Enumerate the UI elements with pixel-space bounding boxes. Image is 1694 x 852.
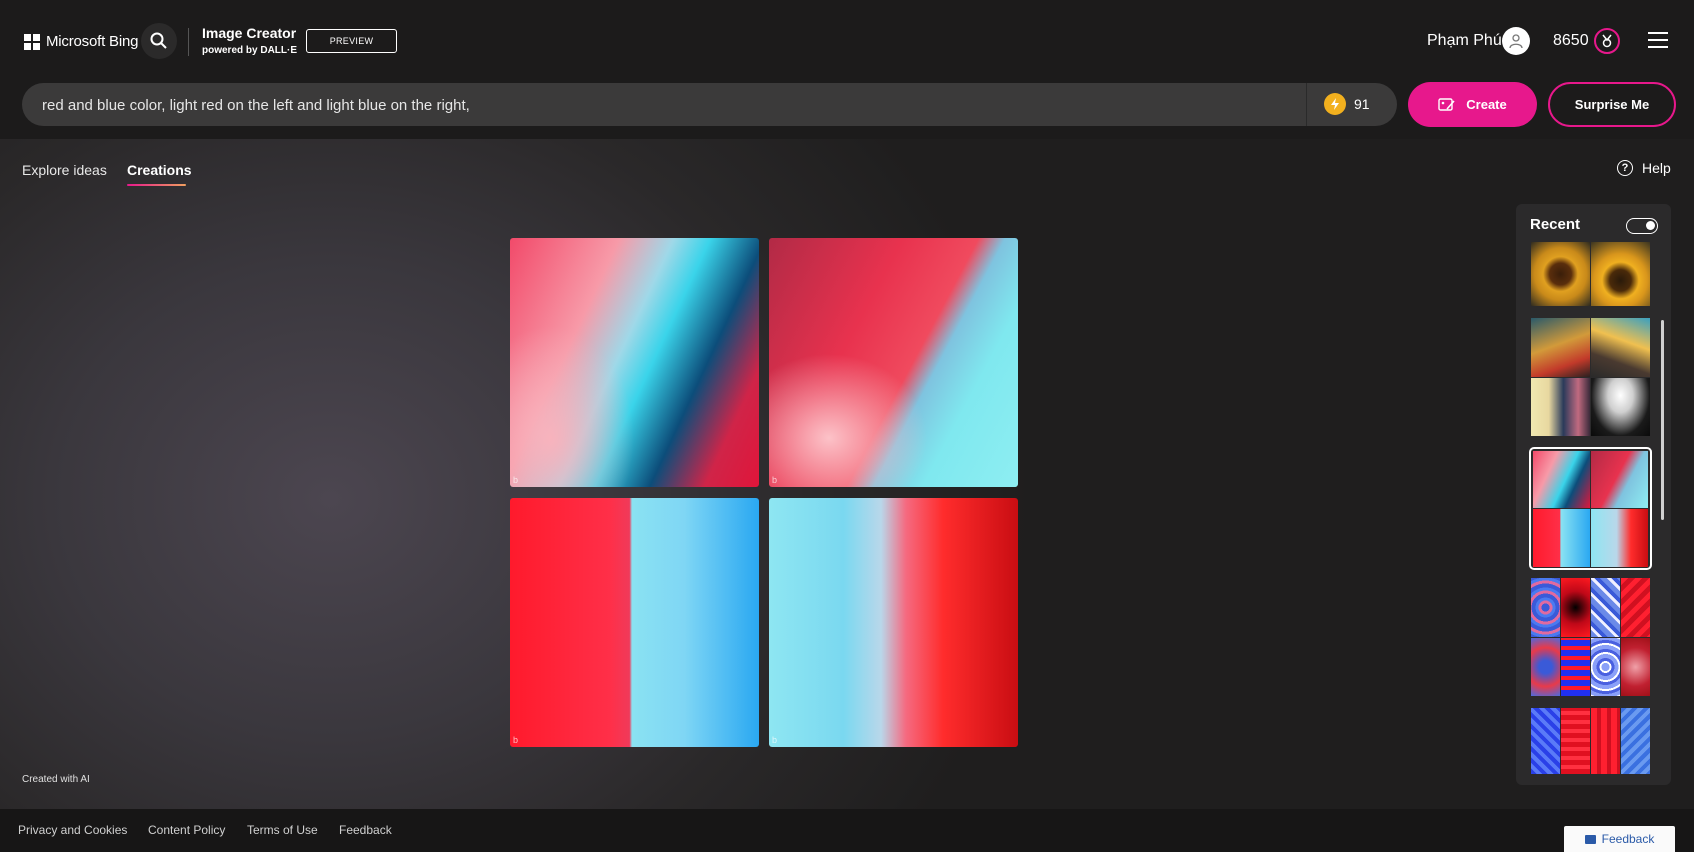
footer-link-content-policy[interactable]: Content Policy — [148, 823, 225, 837]
recent-toggle[interactable] — [1626, 218, 1658, 234]
feedback-button-label: Feedback — [1601, 832, 1655, 846]
generated-image-2[interactable]: b — [769, 238, 1018, 487]
surprise-me-button[interactable]: Surprise Me — [1548, 82, 1676, 127]
preview-badge: PREVIEW — [306, 29, 397, 53]
recent-creation-patterns-2[interactable] — [1531, 708, 1650, 774]
generated-image-3[interactable]: b — [510, 498, 759, 747]
avatar[interactable] — [1502, 27, 1530, 55]
hamburger-menu-icon[interactable] — [1648, 32, 1668, 48]
header-divider — [188, 28, 189, 56]
rewards-medal-icon — [1602, 34, 1612, 48]
user-name[interactable]: Phạm Phú — [1427, 32, 1502, 50]
recent-creation-sunflowers[interactable] — [1531, 242, 1650, 306]
bing-watermark-icon: b — [513, 475, 519, 485]
tab-explore-ideas[interactable]: Explore ideas — [22, 162, 107, 178]
recent-creation-paris[interactable] — [1531, 318, 1650, 436]
user-icon — [1509, 34, 1523, 49]
search-button[interactable] — [141, 23, 177, 59]
feedback-chat-icon — [1584, 834, 1596, 844]
recent-creation-patterns[interactable] — [1531, 578, 1650, 696]
feedback-button[interactable]: Feedback — [1564, 826, 1675, 852]
prompt-bar — [22, 83, 1397, 128]
bing-watermark-icon: b — [772, 475, 778, 485]
brand-name: Microsoft Bing — [46, 33, 139, 50]
recent-scrollbar[interactable] — [1661, 320, 1664, 520]
windows-logo-icon — [24, 33, 40, 50]
boost-counter[interactable]: 91 — [1324, 93, 1370, 115]
active-tab-indicator — [127, 184, 186, 186]
recent-panel: Recent — [1516, 204, 1671, 785]
bing-watermark-icon: b — [772, 735, 778, 745]
app-subtitle: powered by DALL·E — [202, 45, 298, 56]
recent-creation-red-blue[interactable] — [1533, 451, 1648, 567]
created-with-ai-label: Created with AI — [22, 774, 90, 785]
create-label: Create — [1466, 97, 1507, 112]
bing-logo[interactable]: Microsoft Bing — [24, 33, 138, 50]
generated-image-4[interactable]: b — [769, 498, 1018, 747]
prompt-input[interactable] — [40, 83, 1304, 128]
create-brush-icon — [1438, 97, 1455, 111]
footer-link-terms[interactable]: Terms of Use — [247, 823, 318, 837]
create-button[interactable]: Create — [1408, 82, 1537, 127]
boost-count: 91 — [1354, 96, 1370, 112]
recent-title: Recent — [1530, 216, 1581, 233]
boost-coin-icon — [1324, 93, 1346, 115]
bing-watermark-icon: b — [513, 735, 519, 745]
generated-image-1[interactable]: b — [510, 238, 759, 487]
footer-link-privacy[interactable]: Privacy and Cookies — [18, 823, 127, 837]
help-label: Help — [1642, 160, 1671, 176]
rewards-points[interactable]: 8650 — [1553, 32, 1589, 50]
prompt-divider — [1306, 83, 1307, 126]
search-icon — [150, 32, 167, 49]
tab-creations[interactable]: Creations — [127, 162, 192, 178]
rewards-button[interactable] — [1594, 28, 1620, 54]
footer-link-feedback[interactable]: Feedback — [339, 823, 392, 837]
help-link[interactable]: ? Help — [1617, 160, 1671, 176]
help-icon: ? — [1617, 160, 1633, 176]
app-title[interactable]: Image Creator — [202, 25, 296, 41]
